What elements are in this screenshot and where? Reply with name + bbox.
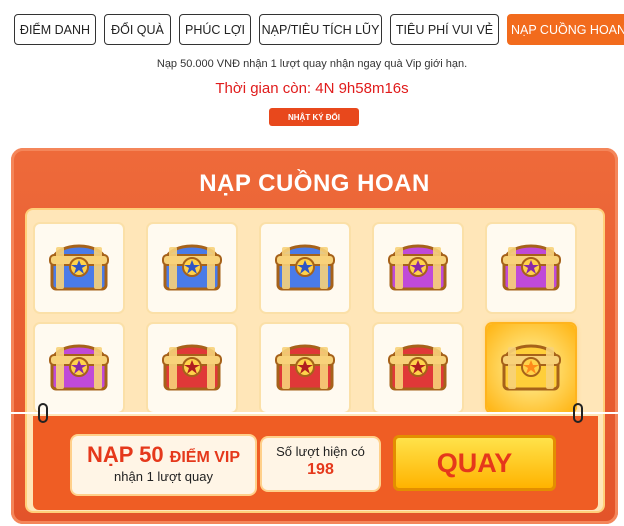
chest-red-icon (272, 335, 338, 402)
chest-special-icon (498, 335, 564, 402)
tab-nap-tieu-tich-luy[interactable]: NẠP/TIÊU TÍCH LŨY (259, 14, 382, 45)
chest-cell[interactable] (148, 324, 236, 412)
chest-purple-icon (46, 335, 112, 402)
chest-cell[interactable] (261, 324, 349, 412)
chest-cell[interactable] (35, 224, 123, 312)
chest-cell[interactable] (487, 224, 575, 312)
vip-offer-box: NẠP 50 ĐIỂM VIP nhận 1 lượt quay (72, 436, 255, 494)
tab-bar: ĐIỂM DANH ĐỔI QUÀ PHÚC LỢI NẠP/TIÊU TÍCH… (14, 14, 624, 45)
tab-diem-danh[interactable]: ĐIỂM DANH (14, 14, 96, 45)
chest-cell[interactable] (148, 224, 236, 312)
chest-red-icon (159, 335, 225, 402)
spin-count-value: 198 (307, 461, 334, 478)
spin-count-box: Số lượt hiện có 198 (262, 438, 379, 490)
vip-suffix: ĐIỂM VIP (169, 449, 240, 466)
event-panel: NẠP CUỒNG HOAN NẠP 50 ĐIỂM VIP nhận 1 lư… (11, 148, 618, 524)
chest-blue-icon (46, 235, 112, 302)
spin-button[interactable]: QUAY (393, 435, 556, 491)
chest-cell[interactable] (35, 324, 123, 412)
chest-cell-special[interactable] (487, 324, 575, 412)
vip-sub: nhận 1 lượt quay (114, 469, 213, 484)
countdown-timer: Thời gian còn: 4N 9h58m16s (215, 80, 409, 97)
tab-doi-qua[interactable]: ĐỔI QUÀ (104, 14, 171, 45)
tab-nap-cuong-hoan[interactable]: NẠP CUỒNG HOAN (507, 14, 624, 45)
chest-cell[interactable] (374, 224, 462, 312)
chest-blue-icon (272, 235, 338, 302)
chest-cell[interactable] (374, 324, 462, 412)
chest-purple-icon (498, 235, 564, 302)
rope-divider (11, 412, 618, 414)
chest-red-icon (385, 335, 451, 402)
spin-count-label: Số lượt hiện có (276, 444, 365, 459)
history-button[interactable]: NHẬT KÝ ĐỔI (269, 108, 359, 126)
chest-blue-icon (159, 235, 225, 302)
tab-phuc-loi[interactable]: PHÚC LỢI (179, 14, 251, 45)
chest-cell[interactable] (261, 224, 349, 312)
chest-purple-icon (385, 235, 451, 302)
rope-clip-left-icon (38, 403, 48, 423)
rope-clip-right-icon (573, 403, 583, 423)
event-description: Nạp 50.000 VNĐ nhận 1 lượt quay nhận nga… (156, 58, 468, 70)
panel-title: NẠP CUỒNG HOAN (199, 170, 430, 197)
tab-tieu-phi-vui-ve[interactable]: TIÊU PHÍ VUI VẺ (390, 14, 499, 45)
vip-prefix: NẠP 50 (87, 442, 164, 467)
